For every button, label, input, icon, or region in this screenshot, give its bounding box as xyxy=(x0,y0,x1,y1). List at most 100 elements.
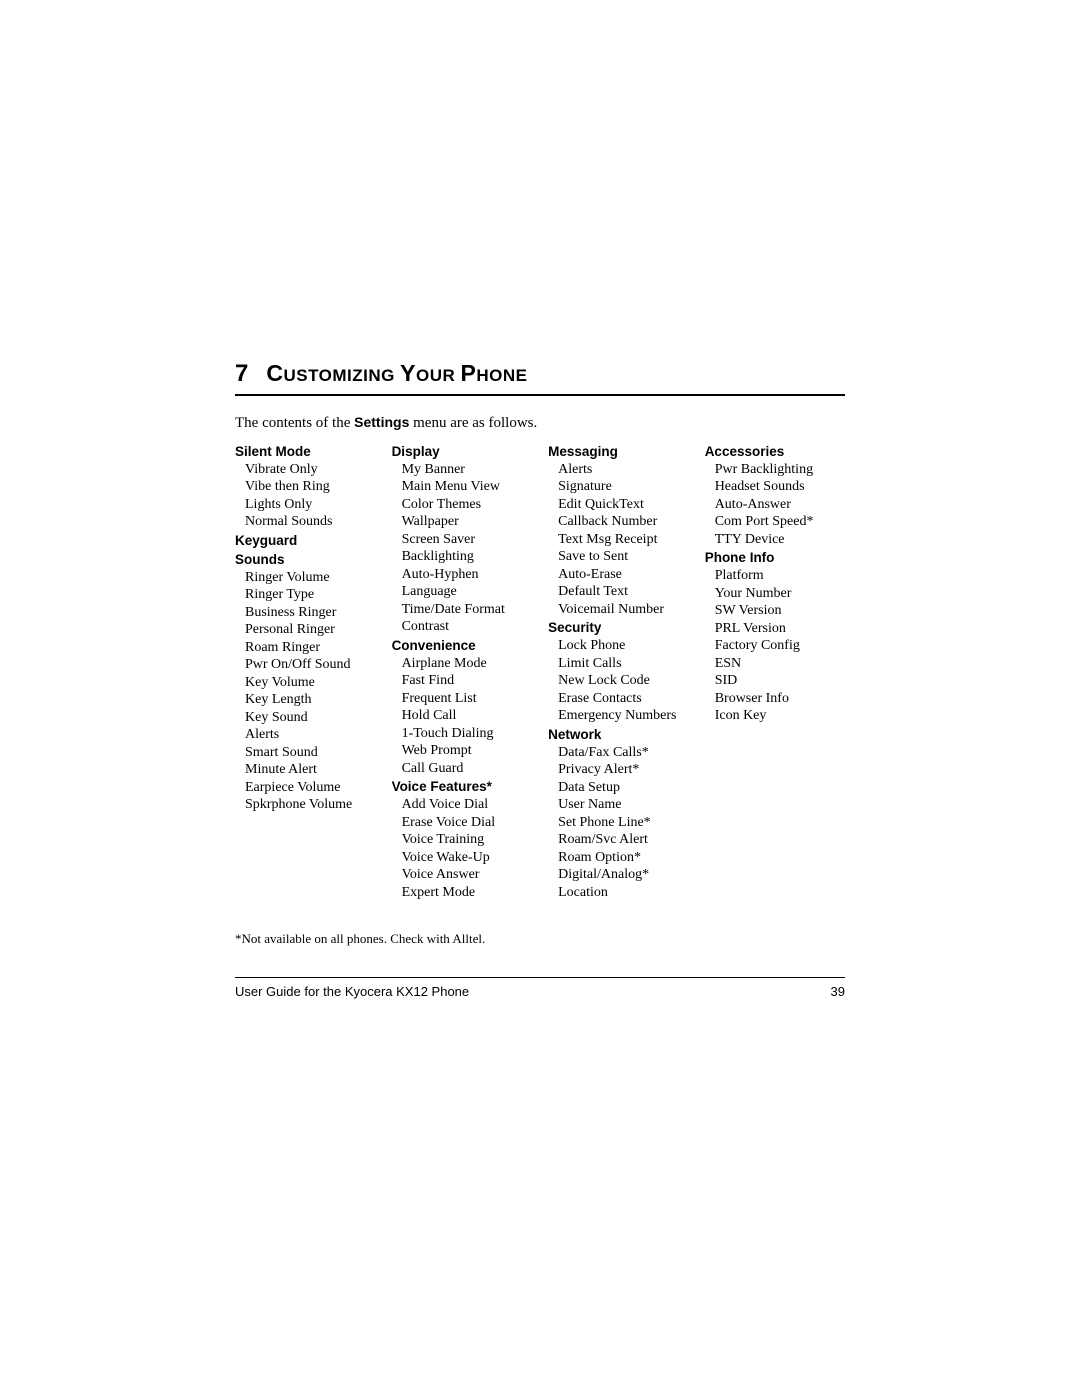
page-content: 7 CUSTOMIZING YOUR PHONE The contents of… xyxy=(235,360,845,947)
setting-item: Color Themes xyxy=(392,496,532,514)
setting-item: Roam Option* xyxy=(548,849,688,867)
setting-item: Erase Voice Dial xyxy=(392,814,532,832)
setting-item: Auto-Hyphen xyxy=(392,566,532,584)
setting-item: Frequent List xyxy=(392,690,532,708)
chapter-number: 7 xyxy=(235,360,248,388)
setting-item: Spkrphone Volume xyxy=(235,796,375,814)
footer-page-number: 39 xyxy=(831,984,845,999)
setting-item: Icon Key xyxy=(705,707,845,725)
settings-column: AccessoriesPwr BacklightingHeadset Sound… xyxy=(705,442,845,901)
setting-item: Auto-Answer xyxy=(705,496,845,514)
setting-item: 1-Touch Dialing xyxy=(392,725,532,743)
section-heading: Messaging xyxy=(548,444,688,461)
setting-item: Lights Only xyxy=(235,496,375,514)
setting-item: Edit QuickText xyxy=(548,496,688,514)
settings-column: DisplayMy BannerMain Menu ViewColor Them… xyxy=(392,442,532,901)
setting-item: Limit Calls xyxy=(548,655,688,673)
setting-item: Ringer Type xyxy=(235,586,375,604)
setting-item: Fast Find xyxy=(392,672,532,690)
setting-item: Com Port Speed* xyxy=(705,513,845,531)
setting-item: My Banner xyxy=(392,461,532,479)
setting-item: Alerts xyxy=(235,726,375,744)
chapter-heading: 7 CUSTOMIZING YOUR PHONE xyxy=(235,360,845,396)
setting-item: Screen Saver xyxy=(392,531,532,549)
setting-item: Personal Ringer xyxy=(235,621,375,639)
settings-columns: Silent ModeVibrate OnlyVibe then RingLig… xyxy=(235,442,845,901)
section-heading: Network xyxy=(548,727,688,744)
setting-item: Key Sound xyxy=(235,709,375,727)
setting-item: Voice Wake-Up xyxy=(392,849,532,867)
setting-item: Vibe then Ring xyxy=(235,478,375,496)
setting-item: Vibrate Only xyxy=(235,461,375,479)
setting-item: Save to Sent xyxy=(548,548,688,566)
section-heading: Keyguard xyxy=(235,533,375,550)
setting-item: Main Menu View xyxy=(392,478,532,496)
setting-item: Privacy Alert* xyxy=(548,761,688,779)
setting-item: Expert Mode xyxy=(392,884,532,902)
setting-item: Pwr On/Off Sound xyxy=(235,656,375,674)
section-heading: Accessories xyxy=(705,444,845,461)
intro-text: The contents of the Settings menu are as… xyxy=(235,414,845,432)
setting-item: Emergency Numbers xyxy=(548,707,688,725)
section-heading: Security xyxy=(548,620,688,637)
setting-item: Voice Answer xyxy=(392,866,532,884)
section-heading: Display xyxy=(392,444,532,461)
chapter-title: CUSTOMIZING YOUR PHONE xyxy=(266,360,527,387)
section-heading: Phone Info xyxy=(705,550,845,567)
setting-item: Location xyxy=(548,884,688,902)
footnote: *Not available on all phones. Check with… xyxy=(235,931,845,947)
setting-item: Contrast xyxy=(392,618,532,636)
setting-item: Your Number xyxy=(705,585,845,603)
footer-left: User Guide for the Kyocera KX12 Phone xyxy=(235,984,469,999)
setting-item: Signature xyxy=(548,478,688,496)
setting-item: Set Phone Line* xyxy=(548,814,688,832)
setting-item: Headset Sounds xyxy=(705,478,845,496)
section-heading: Convenience xyxy=(392,638,532,655)
setting-item: Callback Number xyxy=(548,513,688,531)
setting-item: Lock Phone xyxy=(548,637,688,655)
setting-item: Key Volume xyxy=(235,674,375,692)
setting-item: SW Version xyxy=(705,602,845,620)
setting-item: Default Text xyxy=(548,583,688,601)
section-heading: Sounds xyxy=(235,552,375,569)
setting-item: Auto-Erase xyxy=(548,566,688,584)
setting-item: Wallpaper xyxy=(392,513,532,531)
setting-item: Voicemail Number xyxy=(548,601,688,619)
setting-item: Platform xyxy=(705,567,845,585)
setting-item: Language xyxy=(392,583,532,601)
setting-item: Key Length xyxy=(235,691,375,709)
setting-item: SID xyxy=(705,672,845,690)
setting-item: Earpiece Volume xyxy=(235,779,375,797)
setting-item: Hold Call xyxy=(392,707,532,725)
setting-item: PRL Version xyxy=(705,620,845,638)
setting-item: Factory Config xyxy=(705,637,845,655)
setting-item: Text Msg Receipt xyxy=(548,531,688,549)
setting-item: Minute Alert xyxy=(235,761,375,779)
setting-item: Roam Ringer xyxy=(235,639,375,657)
setting-item: Digital/Analog* xyxy=(548,866,688,884)
setting-item: Erase Contacts xyxy=(548,690,688,708)
setting-item: Roam/Svc Alert xyxy=(548,831,688,849)
setting-item: Backlighting xyxy=(392,548,532,566)
section-heading: Voice Features* xyxy=(392,779,532,796)
setting-item: Normal Sounds xyxy=(235,513,375,531)
setting-item: Add Voice Dial xyxy=(392,796,532,814)
settings-column: Silent ModeVibrate OnlyVibe then RingLig… xyxy=(235,442,375,901)
setting-item: Smart Sound xyxy=(235,744,375,762)
settings-column: MessagingAlertsSignatureEdit QuickTextCa… xyxy=(548,442,688,901)
setting-item: Voice Training xyxy=(392,831,532,849)
setting-item: Call Guard xyxy=(392,760,532,778)
setting-item: Pwr Backlighting xyxy=(705,461,845,479)
setting-item: User Name xyxy=(548,796,688,814)
setting-item: Web Prompt xyxy=(392,742,532,760)
setting-item: Data/Fax Calls* xyxy=(548,744,688,762)
setting-item: Airplane Mode xyxy=(392,655,532,673)
section-heading: Silent Mode xyxy=(235,444,375,461)
setting-item: Ringer Volume xyxy=(235,569,375,587)
setting-item: New Lock Code xyxy=(548,672,688,690)
setting-item: Business Ringer xyxy=(235,604,375,622)
setting-item: TTY Device xyxy=(705,531,845,549)
setting-item: Time/Date Format xyxy=(392,601,532,619)
setting-item: ESN xyxy=(705,655,845,673)
setting-item: Data Setup xyxy=(548,779,688,797)
